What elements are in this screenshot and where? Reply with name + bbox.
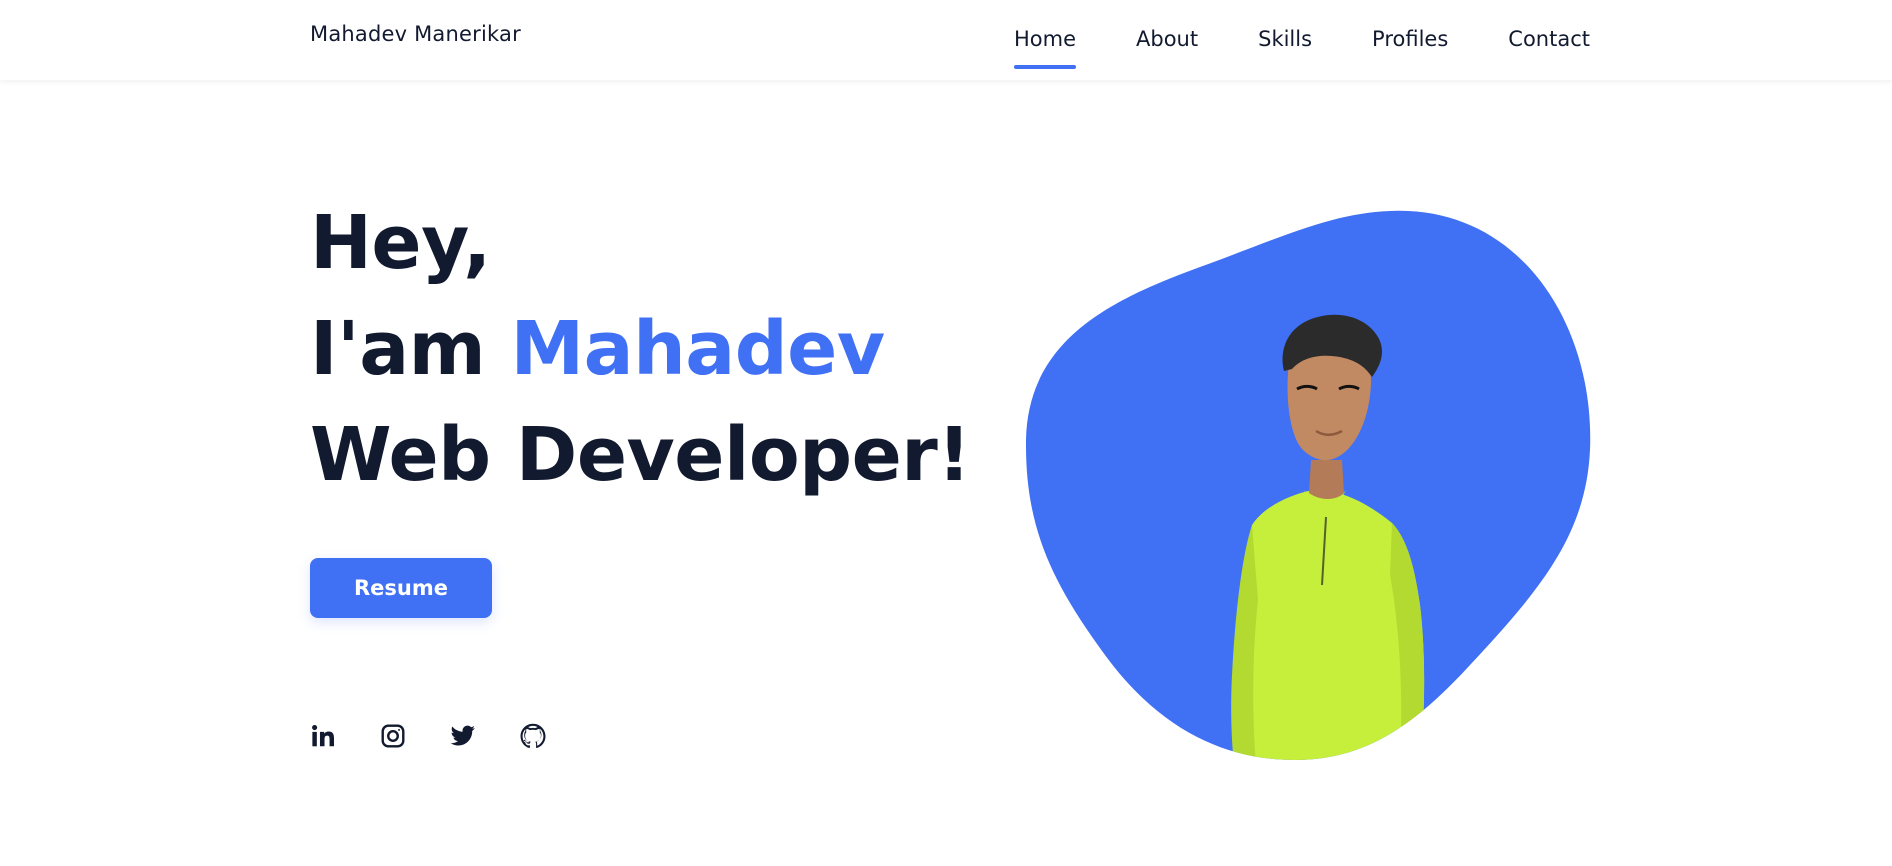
hero-greeting: Hey,	[310, 200, 491, 286]
hero-name-prefix: I'am	[310, 306, 486, 392]
site-header: Mahadev Manerikar Home About Skills Prof…	[0, 0, 1892, 80]
nav-skills[interactable]: Skills	[1258, 27, 1312, 53]
nav-about[interactable]: About	[1136, 27, 1198, 53]
resume-button[interactable]: Resume	[310, 558, 492, 618]
social-links	[310, 723, 546, 749]
hero-role: Web Developer!	[310, 412, 971, 498]
hero-name-line: I'am Mahadev	[310, 306, 885, 392]
profile-photo	[1231, 314, 1425, 760]
nav-contact[interactable]: Contact	[1508, 27, 1590, 53]
instagram-icon[interactable]	[380, 723, 406, 749]
hero-visual	[1020, 205, 1600, 765]
hero-name: Mahadev	[510, 306, 886, 392]
brand-name[interactable]: Mahadev Manerikar	[310, 22, 521, 46]
linkedin-icon[interactable]	[310, 723, 336, 749]
nav-profiles[interactable]: Profiles	[1372, 27, 1448, 53]
twitter-icon[interactable]	[450, 723, 476, 749]
nav-home[interactable]: Home	[1014, 27, 1077, 69]
github-icon[interactable]	[520, 723, 546, 749]
main-nav: Home About Skills Profiles Contact	[1014, 0, 1590, 80]
